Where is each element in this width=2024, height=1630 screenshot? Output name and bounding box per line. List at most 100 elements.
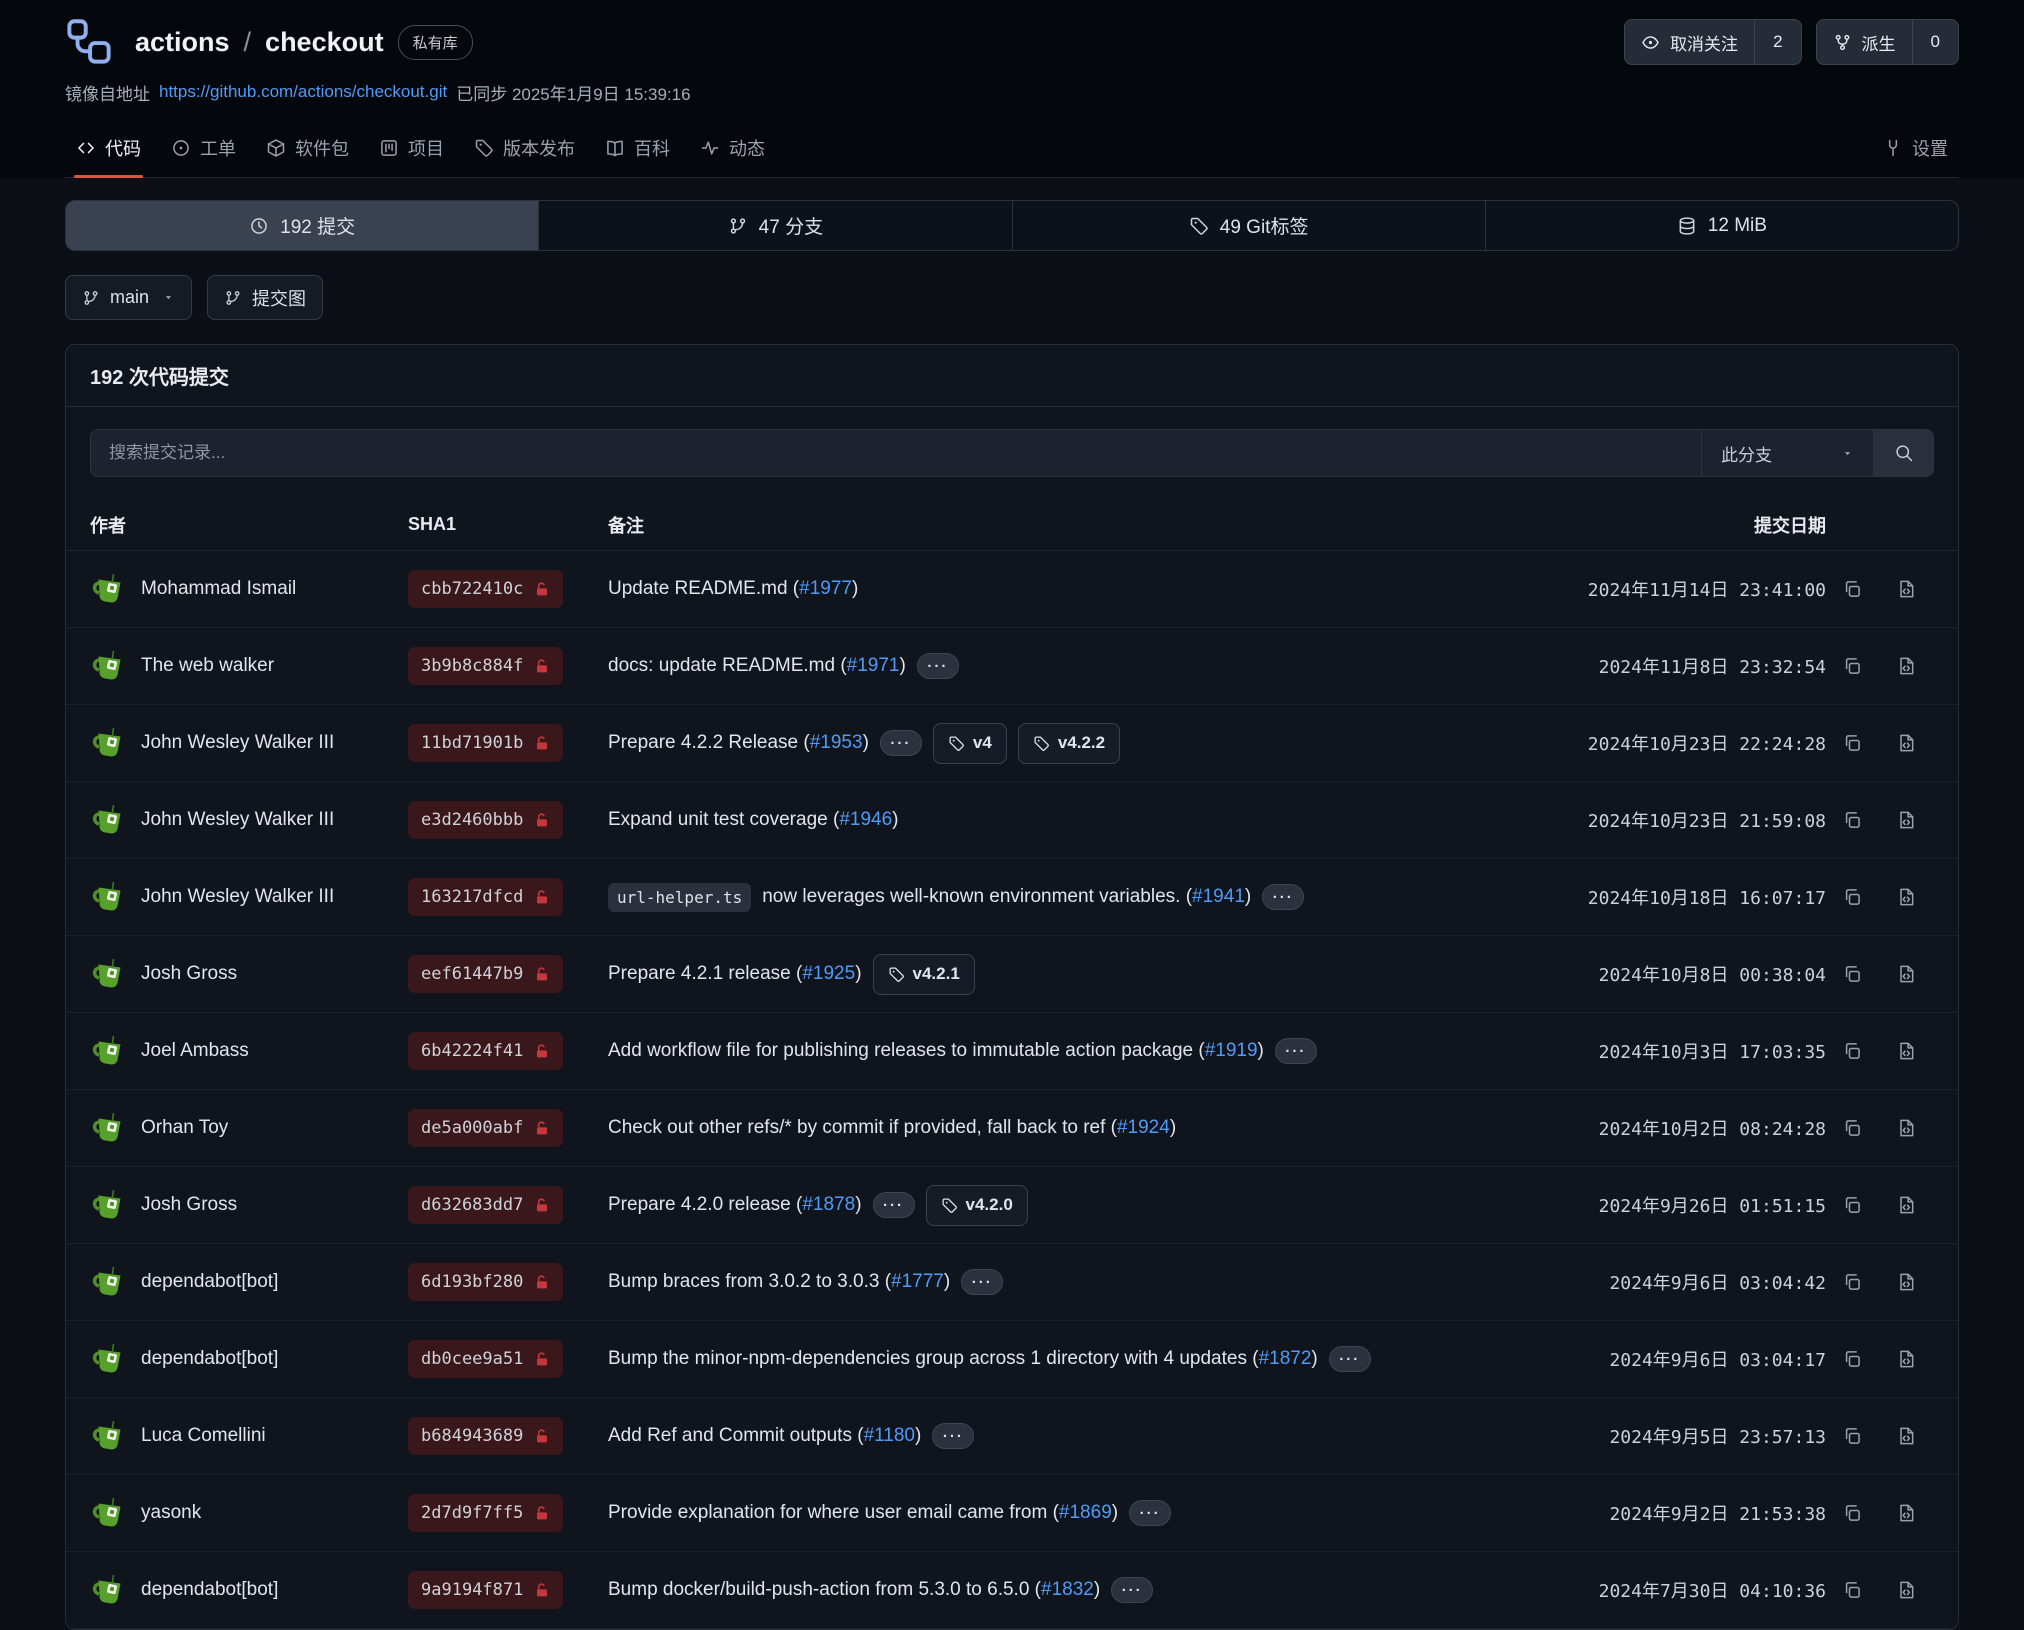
commit-graph-button[interactable]: 提交图 [207,275,323,320]
tab-package[interactable]: 软件包 [255,118,360,177]
browse-source-button[interactable] [1878,656,1934,676]
avatar[interactable] [90,1495,126,1531]
pr-link[interactable]: #1946 [839,809,892,830]
pr-link[interactable]: #1832 [1041,1579,1094,1600]
tab-issue[interactable]: 工单 [160,118,247,177]
browse-source-button[interactable] [1878,733,1934,753]
commit-author-name[interactable]: dependabot[bot] [141,1348,278,1370]
browse-source-button[interactable] [1878,579,1934,599]
branch-selector[interactable]: main [65,275,192,320]
copy-sha-button[interactable] [1826,887,1878,907]
commit-author-name[interactable]: dependabot[bot] [141,1271,278,1293]
copy-sha-button[interactable] [1826,656,1878,676]
repo-owner-link[interactable]: actions [135,27,230,58]
expand-commit-body-button[interactable]: ··· [1329,1346,1371,1372]
commit-message[interactable]: Prepare 4.2.2 Release (#1953) [608,732,869,754]
pr-link[interactable]: #1924 [1117,1117,1170,1138]
pr-link[interactable]: #1919 [1205,1040,1258,1061]
commit-author-name[interactable]: John Wesley Walker III [141,732,334,754]
commit-author-name[interactable]: Josh Gross [141,1194,237,1216]
commit-sha-badge[interactable]: b684943689 [408,1417,563,1455]
commit-sha-badge[interactable]: eef61447b9 [408,955,563,993]
commit-author-name[interactable]: Josh Gross [141,963,237,985]
avatar[interactable] [90,1572,126,1608]
summary-branch[interactable]: 47 分支 [538,201,1011,250]
expand-commit-body-button[interactable]: ··· [873,1192,915,1218]
tab-project[interactable]: 项目 [368,118,455,177]
pr-link[interactable]: #1977 [799,578,852,599]
copy-sha-button[interactable] [1826,810,1878,830]
avatar[interactable] [90,879,126,915]
commit-sha-badge[interactable]: cbb722410c [408,570,563,608]
expand-commit-body-button[interactable]: ··· [917,653,959,679]
expand-commit-body-button[interactable]: ··· [932,1423,974,1449]
commit-message[interactable]: Bump braces from 3.0.2 to 3.0.3 (#1777) [608,1271,950,1293]
avatar[interactable] [90,802,126,838]
pr-link[interactable]: #1180 [864,1425,915,1446]
summary-db[interactable]: 12 MiB [1485,201,1958,250]
browse-source-button[interactable] [1878,1580,1934,1600]
commit-author-name[interactable]: yasonk [141,1502,201,1524]
version-tag-chip[interactable]: v4.2.1 [873,954,975,995]
fork-button[interactable]: 派生 0 [1816,19,1959,65]
commit-author-name[interactable]: Mohammad Ismail [141,578,296,600]
commit-message[interactable]: Prepare 4.2.1 release (#1925) [608,963,862,985]
browse-source-button[interactable] [1878,887,1934,907]
commit-author-name[interactable]: Joel Ambass [141,1040,249,1062]
summary-clock[interactable]: 192 提交 [66,201,538,250]
commit-message[interactable]: docs: update README.md (#1971) [608,655,906,677]
pr-link[interactable]: #1869 [1059,1502,1112,1523]
commit-message[interactable]: Provide explanation for where user email… [608,1502,1118,1524]
pr-link[interactable]: #1941 [1192,886,1245,907]
commit-sha-badge[interactable]: db0cee9a51 [408,1340,563,1378]
repo-name-link[interactable]: checkout [265,27,384,58]
browse-source-button[interactable] [1878,1349,1934,1369]
version-tag-chip[interactable]: v4.2.2 [1018,723,1120,764]
commit-author-name[interactable]: John Wesley Walker III [141,886,334,908]
branch-scope-select[interactable]: 此分支 [1701,430,1873,476]
commit-message[interactable]: now leverages well-known environment var… [762,886,1251,908]
tab-settings[interactable]: 设置 [1872,118,1959,177]
commit-message[interactable]: Check out other refs/* by commit if prov… [608,1117,1176,1139]
commit-author-name[interactable]: John Wesley Walker III [141,809,334,831]
commit-sha-badge[interactable]: d632683dd7 [408,1186,563,1224]
tab-book[interactable]: 百科 [594,118,681,177]
commit-sha-badge[interactable]: e3d2460bbb [408,801,563,839]
expand-commit-body-button[interactable]: ··· [1129,1500,1171,1526]
copy-sha-button[interactable] [1826,1580,1878,1600]
expand-commit-body-button[interactable]: ··· [1275,1038,1317,1064]
copy-sha-button[interactable] [1826,1041,1878,1061]
browse-source-button[interactable] [1878,1272,1934,1292]
avatar[interactable] [90,1110,126,1146]
avatar[interactable] [90,1418,126,1454]
commit-sha-badge[interactable]: 9a9194f871 [408,1571,563,1609]
copy-sha-button[interactable] [1826,1272,1878,1292]
avatar[interactable] [90,1187,126,1223]
commit-sha-badge[interactable]: 6b42224f41 [408,1032,563,1070]
pr-link[interactable]: #1925 [802,963,855,984]
copy-sha-button[interactable] [1826,1195,1878,1215]
copy-sha-button[interactable] [1826,733,1878,753]
pr-link[interactable]: #1878 [802,1194,855,1215]
expand-commit-body-button[interactable]: ··· [880,730,922,756]
commit-sha-badge[interactable]: 2d7d9f7ff5 [408,1494,563,1532]
browse-source-button[interactable] [1878,1426,1934,1446]
avatar[interactable] [90,725,126,761]
browse-source-button[interactable] [1878,810,1934,830]
tab-code[interactable]: 代码 [65,118,152,177]
commit-author-name[interactable]: Luca Comellini [141,1425,266,1447]
copy-sha-button[interactable] [1826,964,1878,984]
commit-message[interactable]: Add Ref and Commit outputs (#1180) [608,1425,921,1447]
search-commits-input[interactable] [91,430,1701,476]
commit-author-name[interactable]: Orhan Toy [141,1117,228,1139]
browse-source-button[interactable] [1878,1118,1934,1138]
expand-commit-body-button[interactable]: ··· [1111,1577,1153,1603]
commit-sha-badge[interactable]: 11bd71901b [408,724,563,762]
commit-sha-badge[interactable]: 163217dfcd [408,878,563,916]
copy-sha-button[interactable] [1826,1426,1878,1446]
browse-source-button[interactable] [1878,1041,1934,1061]
copy-sha-button[interactable] [1826,579,1878,599]
search-button[interactable] [1873,430,1933,476]
unwatch-button[interactable]: 取消关注 2 [1624,19,1801,65]
expand-commit-body-button[interactable]: ··· [1262,884,1304,910]
